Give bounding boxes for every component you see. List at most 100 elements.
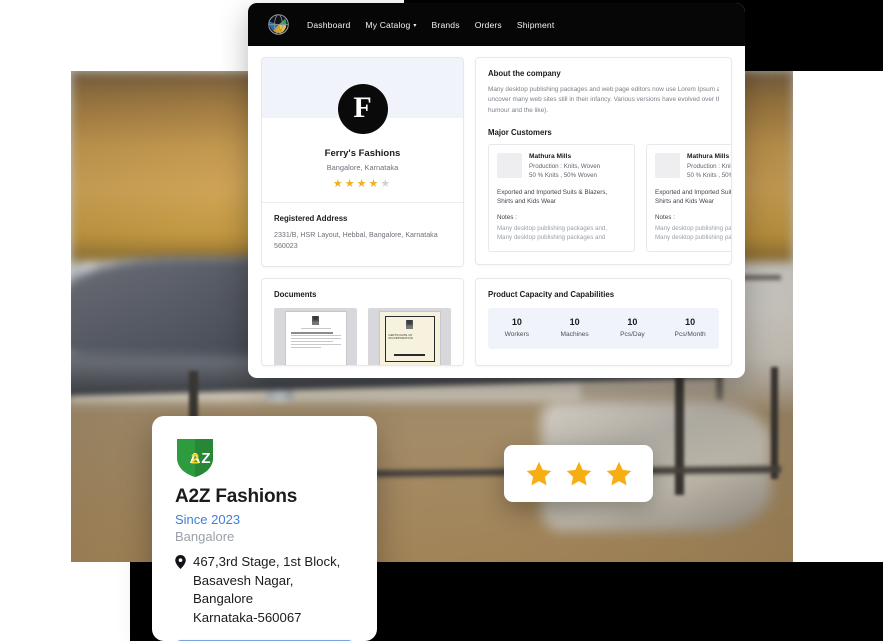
star-icon-filled: ★	[344, 178, 357, 190]
map-pin-icon	[175, 555, 186, 628]
capacity-stat-label: Pcs/Month	[674, 330, 706, 338]
about-company-card: About the company Many desktop publishin…	[475, 57, 732, 266]
major-customers-grid: Mathura Mills Production : Knits, Woven …	[488, 143, 731, 253]
customer-description: Exported and Imported Suits & Bl Shirts …	[655, 188, 732, 207]
star-icon-filled	[606, 461, 631, 485]
documents-grid: CERTIFICATE OF INCORPORATION	[274, 307, 451, 365]
a2z-shield-logo-icon: A Z 2	[175, 436, 215, 478]
capacity-stat-label: Pcs/Day	[620, 330, 645, 338]
capacity-stats-strip: 10 Workers 10 Machines 10 Pcs/Day 10 Pcs…	[488, 307, 719, 349]
customer-card-header: Mathura Mills Production : Knits, Wo 50 …	[655, 152, 731, 181]
svg-text:Z: Z	[201, 450, 210, 467]
chevron-down-icon: ▾	[413, 22, 417, 29]
panel-left-column: F Ferry's Fashions Bangalore, Karnataka …	[261, 57, 464, 267]
documents-card: Documents CERTIFICATE OF INCORPORATION	[261, 277, 464, 366]
registered-address-line-2: 560023	[274, 241, 298, 250]
supplier-location: Bangalore, Karnataka	[326, 163, 399, 172]
capacity-stat-label: Workers	[504, 330, 530, 338]
emblem-icon	[312, 315, 319, 325]
nav-link-brands[interactable]: Brands	[432, 20, 460, 30]
capacity-stat-pcs-month: 10 Pcs/Month	[661, 317, 719, 338]
nav-link-my-catalog[interactable]: My Catalog ▾	[365, 20, 416, 30]
about-paragraph-line-2: uncover many web sites still in their in…	[488, 96, 719, 104]
capacity-stat-workers: 10 Workers	[488, 317, 546, 338]
customer-notes-line-1: Many desktop publishing packages and,	[497, 224, 608, 232]
customer-meta: Mathura Mills Production : Knits, Woven …	[529, 153, 600, 181]
capacity-stat-machines: 10 Machines	[546, 317, 604, 338]
certificate-caption: CERTIFICATE OF INCORPORATION	[388, 333, 413, 340]
document-rule	[290, 346, 321, 349]
nav-link-brands-label: Brands	[431, 19, 460, 30]
about-company-title: About the company	[488, 69, 561, 78]
screenshot-stage: Dashboard My Catalog ▾ Brands Orders Ship…	[0, 0, 883, 641]
product-capacity-card: Product Capacity and Capabilities 10 Wor…	[475, 277, 732, 366]
about-paragraph-line-1: Many desktop publishing packages and web…	[488, 86, 719, 93]
a2z-address-line-1: 467,3rd Stage, 1st Block,	[193, 554, 341, 569]
a2z-fashions-card: A Z 2 A2Z Fashions Since 2023 Bangalore …	[152, 416, 377, 641]
about-paragraph-line-3: humour and the like).	[488, 106, 549, 114]
star-icon-filled: ★	[332, 178, 345, 190]
star-icon-filled: ★	[356, 178, 369, 190]
registered-address-title: Registered Address	[274, 214, 348, 223]
supplier-rating-stars[interactable]: ★★★★★	[272, 179, 453, 190]
supplier-profile-panel: Dashboard My Catalog ▾ Brands Orders Ship…	[248, 3, 745, 378]
customer-production: Production : Knits, Wo	[687, 162, 731, 170]
capacity-stat-value: 10	[685, 316, 696, 327]
customer-notes-label: Notes :	[497, 213, 517, 221]
customer-meta: Mathura Mills Production : Knits, Wo 50 …	[687, 153, 731, 181]
certificate-border: CERTIFICATE OF INCORPORATION	[384, 315, 435, 362]
customer-production: Production : Knits, Woven	[529, 162, 601, 170]
customer-description-line-2: Shirts and Kids Wear	[655, 198, 715, 206]
certificate-page-preview: CERTIFICATE OF INCORPORATION	[379, 311, 440, 365]
customer-notes: Many desktop publishing packages and, Ma…	[497, 224, 626, 243]
gst-certificate-thumbnail[interactable]	[274, 307, 357, 365]
star-icon-filled	[526, 461, 551, 485]
a2z-since-label: Since 2023	[175, 512, 241, 527]
supplier-name: Ferry's Fashions	[324, 148, 401, 159]
about-company-paragraph: Many desktop publishing packages and web…	[488, 85, 719, 116]
capacity-stat-label: Machines	[560, 330, 589, 338]
registered-address-block: Registered Address 2331/B, HSR Layout, H…	[262, 203, 463, 266]
customer-card[interactable]: Mathura Mills Production : Knits, Wo 50 …	[646, 143, 732, 253]
document-rule	[300, 327, 331, 330]
customer-logo-placeholder	[497, 152, 522, 178]
nav-link-shipment[interactable]: Shipment	[517, 20, 555, 30]
document-rule	[290, 338, 341, 340]
a2z-address-text: 467,3rd Stage, 1st Block, Basavesh Nagar…	[193, 553, 354, 628]
star-icon-filled	[566, 461, 591, 485]
nav-link-orders-label: Orders	[474, 19, 502, 30]
three-star-rating-badge[interactable]	[504, 445, 653, 502]
nav-link-dashboard-label: Dashboard	[307, 19, 351, 30]
globe-logo-icon[interactable]	[266, 12, 291, 37]
panel-right-column: About the company Many desktop publishin…	[475, 57, 732, 267]
certificate-of-incorporation-thumbnail[interactable]: CERTIFICATE OF INCORPORATION	[368, 307, 451, 365]
capacity-stat-value: 10	[627, 316, 638, 327]
panel-body-row-1: F Ferry's Fashions Bangalore, Karnataka …	[248, 46, 745, 267]
capacity-stat-value: 10	[569, 316, 580, 327]
navbar-links: Dashboard My Catalog ▾ Brands Orders Ship…	[307, 20, 554, 30]
customer-name: Mathura Mills	[529, 152, 572, 160]
nav-link-dashboard[interactable]: Dashboard	[307, 20, 350, 30]
customer-description-line-1: Exported and Imported Suits & Bl	[655, 188, 732, 196]
customer-notes-line-2: Many desktop publishing packag	[655, 233, 732, 241]
document-rule	[290, 340, 333, 343]
customer-notes-label: Notes :	[655, 213, 675, 221]
customer-logo-placeholder	[655, 152, 680, 178]
a2z-address-block: 467,3rd Stage, 1st Block, Basavesh Nagar…	[175, 553, 354, 628]
customer-description: Exported and Imported Suits & Blazers, S…	[497, 188, 626, 207]
panel-body-row-2: Documents CERTIFICATE OF INCORPORATION P…	[248, 267, 745, 366]
major-customers-title: Major Customers	[488, 127, 552, 137]
documents-title: Documents	[274, 289, 317, 299]
a2z-company-name: A2Z Fashions	[175, 486, 298, 507]
star-icon-filled: ★	[368, 178, 381, 190]
nav-link-shipment-label: Shipment	[516, 19, 555, 30]
customer-notes: Many desktop publishing packag Many desk…	[655, 224, 732, 243]
nav-link-my-catalog-label: My Catalog	[365, 19, 411, 30]
customer-split: 50 % Knits , 50% Woven	[529, 171, 597, 179]
nav-link-orders[interactable]: Orders	[475, 20, 502, 30]
customer-card[interactable]: Mathura Mills Production : Knits, Woven …	[488, 143, 635, 253]
capacity-stat-value: 10	[511, 316, 522, 327]
svg-text:2: 2	[191, 451, 199, 468]
supplier-card-header: F	[262, 58, 463, 134]
star-icon-empty: ★	[380, 178, 393, 190]
